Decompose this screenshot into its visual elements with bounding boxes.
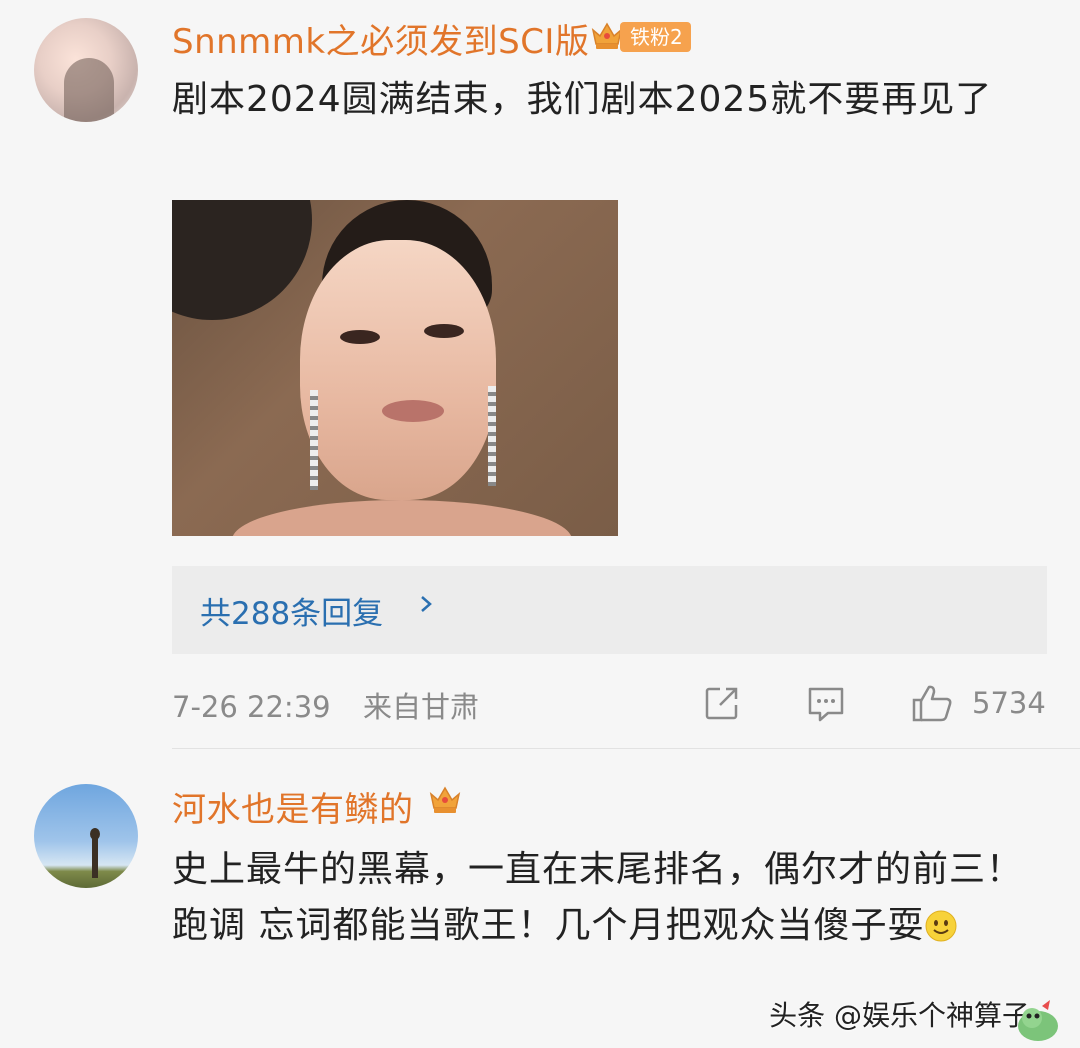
crown-icon: [429, 786, 461, 813]
comment-item: Snnmmk之必须发到SCI版 铁粉2 剧本2024圆满结束，我们剧本2025就…: [0, 0, 1080, 750]
replies-link[interactable]: 共288条回复: [172, 566, 1047, 654]
comment-location: 来自甘肃: [363, 690, 480, 724]
comment-text-content: 史上最牛的黑幕，一直在末尾排名，偶尔才的前三！跑调 忘词都能当歌王！几个月把观众…: [172, 849, 1024, 946]
username[interactable]: Snnmmk之必须发到SCI版: [172, 14, 589, 63]
comment-time: 7-26 22:39: [172, 690, 331, 724]
comment-icon[interactable]: [806, 683, 846, 723]
like-icon[interactable]: [910, 683, 954, 723]
chevron-right-icon: [421, 596, 432, 612]
avatar[interactable]: [34, 784, 138, 888]
comment-text: 史上最牛的黑幕，一直在末尾排名，偶尔才的前三！跑调 忘词都能当歌王！几个月把观众…: [172, 842, 1032, 954]
fan-level-badge: 铁粉2: [620, 22, 691, 52]
comment-meta: 7-26 22:39 来自甘肃: [172, 684, 479, 726]
smile-emoji-icon: [925, 910, 957, 942]
mascot-icon: [1018, 1000, 1058, 1041]
replies-count-label: 共288条回复: [200, 596, 384, 632]
divider: [172, 748, 1080, 749]
comment-text: 剧本2024圆满结束，我们剧本2025就不要再见了: [172, 79, 993, 120]
username[interactable]: 河水也是有鳞的: [172, 782, 414, 831]
avatar[interactable]: [34, 18, 138, 122]
watermark: 头条 @娱乐个神算子: [769, 999, 1030, 1032]
comment-image[interactable]: [172, 200, 618, 536]
crown-icon: [591, 22, 623, 49]
share-icon[interactable]: [702, 683, 742, 723]
like-count: 5734: [972, 686, 1046, 720]
